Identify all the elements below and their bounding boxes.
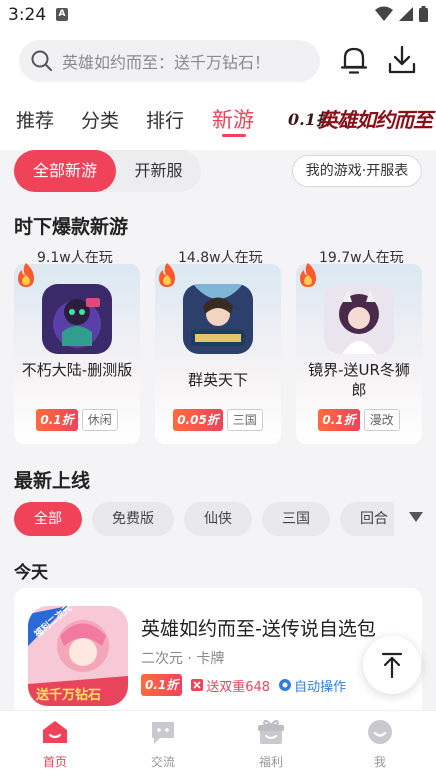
download-icon[interactable] (387, 44, 417, 76)
bell-icon[interactable] (339, 44, 369, 76)
status-bar: 3:24 A (0, 0, 436, 30)
home-icon (43, 721, 67, 743)
latest-section-title: 最新上线 (14, 470, 91, 492)
nav-welfare[interactable]: 福利 (241, 717, 301, 770)
gift-icon (191, 679, 204, 691)
nav-community[interactable]: 交流 (133, 717, 193, 770)
genre-tag: 三国 (226, 409, 263, 431)
tab-ranking[interactable]: 排行 (146, 106, 184, 133)
players-count: 19.7w人在玩 (319, 250, 404, 266)
nav-home[interactable]: 首页 (25, 717, 85, 770)
hot-section-title: 时下爆款新游 (14, 216, 129, 238)
icon-text-bottom: 送千万钻石 (36, 688, 102, 703)
today-title: 今天 (14, 563, 48, 583)
filter-chip-free[interactable]: 免费版 (92, 502, 174, 536)
search-icon (31, 50, 52, 71)
back-to-top-button[interactable] (363, 636, 421, 694)
discount-badge: 0.1折 (36, 409, 78, 431)
chat-icon (152, 722, 174, 744)
filter-chips: 全部 免费版 仙侠 三国 回合 (14, 502, 394, 536)
game-icon (42, 284, 112, 354)
today-game-name: 英雄如约而至-送传说自选包 (141, 618, 376, 640)
filter-chip-three-kingdoms[interactable]: 三国 (262, 502, 330, 536)
chevron-down-icon[interactable] (408, 510, 424, 524)
discount-badge: 0.05折 (173, 409, 223, 431)
today-game-card[interactable]: 福利二次元 送千万钻石 英雄如约而至-送传说自选包 二次元 · 卡牌 0.1折 … (14, 588, 422, 728)
tab-new-games[interactable]: 新游 (212, 104, 254, 134)
active-tab-indicator (222, 134, 246, 137)
bottom-navigation: 首页 交流 福利 我 (0, 710, 436, 776)
game-icon: 福利二次元 送千万钻石 (28, 606, 128, 706)
hot-game-card[interactable]: 9.1w人在玩 不朽大陆-删测版 0.1折 休闲 (14, 250, 140, 444)
game-name: 镜界-送UR冬狮郎 (308, 361, 410, 399)
discount-badge: 0.1折 (318, 409, 360, 431)
auto-operation-icon (279, 679, 292, 691)
status-time: 3:24 (8, 5, 47, 25)
new-games-segment: 全部新游 开新服 (14, 150, 201, 192)
tab-bar: 推荐 分类 排行 新游 0.1折 英雄如约而至 (0, 100, 436, 150)
hot-game-card[interactable]: 14.8w人在玩 群英天下 0.05折 三国 (155, 250, 281, 444)
gift-tag: 送双重648 (206, 679, 271, 695)
nav-welfare-label: 福利 (258, 755, 283, 769)
game-name: 不朽大陆-删测版 (21, 361, 133, 379)
game-name: 群英天下 (187, 371, 248, 389)
header: 英雄如约而至：送千万钻石！ 推荐 分类 排行 新游 0.1折 英雄如约而至 (0, 30, 436, 150)
genre-tag: 漫改 (363, 409, 400, 431)
wifi-icon (375, 6, 393, 21)
segment-new-servers[interactable]: 开新服 (116, 150, 201, 192)
tab-recommend[interactable]: 推荐 (16, 106, 54, 133)
promo-banner-text: 英雄如约而至 (318, 108, 433, 132)
filter-chip-turn-based[interactable]: 回合 (340, 502, 394, 536)
players-count: 14.8w人在玩 (178, 250, 263, 266)
search-bar[interactable]: 英雄如约而至：送千万钻石！ (19, 40, 320, 82)
auto-operation-tag: 自动操作 (294, 679, 347, 695)
gift-box-icon (258, 719, 284, 744)
nav-community-label: 交流 (150, 755, 175, 769)
nav-me-label: 我 (373, 755, 386, 769)
battery-icon (419, 6, 428, 22)
promo-banner-tab[interactable]: 0.1折 英雄如约而至 (286, 100, 436, 136)
today-game-category: 二次元 · 卡牌 (141, 651, 225, 667)
profile-icon (368, 720, 392, 744)
sim-indicator-icon: A (56, 8, 68, 21)
my-games-button[interactable]: 我的游戏·开服表 (292, 155, 422, 187)
discount-badge: 0.1折 (141, 674, 183, 696)
tab-category[interactable]: 分类 (81, 106, 119, 133)
genre-tag: 休闲 (81, 409, 118, 431)
game-icon (183, 284, 253, 354)
game-icon (324, 284, 394, 354)
nav-home-label: 首页 (42, 755, 67, 769)
search-placeholder: 英雄如约而至：送千万钻石！ (62, 53, 271, 72)
signal-icon (399, 7, 413, 21)
nav-me[interactable]: 我 (350, 717, 410, 770)
players-count: 9.1w人在玩 (37, 250, 113, 266)
hot-game-card[interactable]: 19.7w人在玩 镜界-送UR冬狮郎 0.1折 漫改 (296, 250, 422, 444)
filter-chip-xianxia[interactable]: 仙侠 (184, 502, 252, 536)
filter-chip-all[interactable]: 全部 (14, 502, 82, 536)
segment-all-new-games[interactable]: 全部新游 (14, 150, 116, 192)
arrow-up-icon (381, 652, 403, 679)
